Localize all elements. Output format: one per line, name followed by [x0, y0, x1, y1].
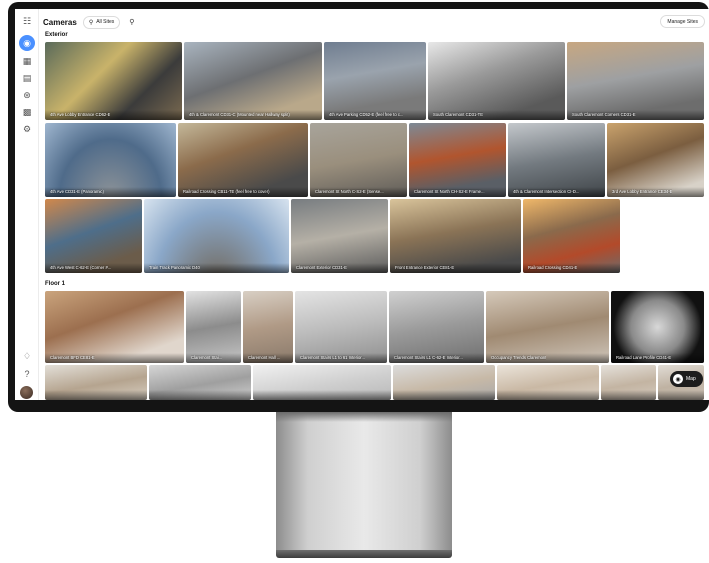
camera-tile[interactable]: Occupancy Trends Claremont [486, 291, 609, 363]
camera-name: Front Entrance Exterior CE81-E [395, 265, 455, 270]
camera-tile[interactable]: Railroad Crossing CD41-E [523, 199, 620, 273]
monitor-stand-foot [276, 550, 452, 558]
camera-tile[interactable]: Claremont St North CH-S2-E Frame... [409, 123, 506, 197]
camera-tile[interactable] [253, 365, 391, 400]
camera-tile[interactable]: 4th Ave CD31-E (Panoramic) [45, 123, 176, 197]
camera-name: 4th & Claremont CD31-C (Mounted near Hal… [189, 112, 290, 117]
camera-grid: 4th Ave Lobby Entrance CD62-E 4th & Clare… [15, 9, 709, 400]
camera-name: Train Track Panoramic D40 [149, 265, 200, 270]
camera-tile[interactable]: Railroad Crossing CB11-TE (feel free to … [178, 123, 308, 197]
camera-name: 4th Ave CD31-E (Panoramic) [50, 189, 104, 194]
camera-name: Occupancy Trends Claremont [491, 355, 547, 360]
camera-tile[interactable]: Claremont Stai... [186, 291, 241, 363]
camera-name: Claremont St North C-S2-E (Sense... [315, 189, 384, 194]
camera-tile[interactable]: 3rd Ave Lobby Entrance CE34-E [607, 123, 704, 197]
map-icon: ◉ [673, 374, 683, 384]
camera-tile[interactable]: South Claremont CD31-TE [428, 42, 565, 120]
camera-tile[interactable]: 4th Ave Parking CD52-E (feel free to c..… [324, 42, 426, 120]
tile-label-shade [601, 390, 656, 400]
tile-label-shade [149, 390, 251, 400]
camera-name: Railroad Crossing CD41-E [528, 265, 578, 270]
map-button[interactable]: ◉ Map [670, 371, 703, 387]
camera-name: 4th Ave West C-62-E (Corner #... [50, 265, 112, 270]
tile-label-shade [497, 390, 599, 400]
camera-name: 3rd Ave Lobby Entrance CE34-E [612, 189, 673, 194]
stand-shadow [276, 412, 452, 422]
camera-tile[interactable]: South Claremont Corners CD31-E [567, 42, 704, 120]
camera-tile[interactable]: Railroad Lane Profile CD41-E [611, 291, 704, 363]
camera-tile[interactable] [601, 365, 656, 400]
camera-tile[interactable] [149, 365, 251, 400]
camera-tile[interactable] [497, 365, 599, 400]
camera-name: Railroad Lane Profile CD41-E [616, 355, 672, 360]
tile-label-shade [253, 390, 391, 400]
camera-tile[interactable]: 4th Ave Lobby Entrance CD62-E [45, 42, 182, 120]
camera-tile[interactable]: 4th & Claremont Intersection CI-D... [508, 123, 605, 197]
camera-name: South Claremont Corners CD31-E [572, 112, 636, 117]
camera-name: Claremont St North CH-S2-E Frame... [414, 189, 485, 194]
camera-tile[interactable] [393, 365, 495, 400]
camera-name: 4th & Claremont Intersection CI-D... [513, 189, 580, 194]
camera-tile[interactable]: Claremont Stairs L1 C-62-E Interior... [389, 291, 484, 363]
camera-tile[interactable] [45, 365, 147, 400]
camera-name: 4th Ave Parking CD52-E (feel free to c..… [329, 112, 404, 117]
camera-name: Claremont Exterior CD31-E [296, 265, 347, 270]
camera-tile[interactable]: Claremont Exterior CD31-E [291, 199, 388, 273]
camera-tile[interactable]: Claremont St North C-S2-E (Sense... [310, 123, 407, 197]
camera-name: South Claremont CD31-TE [433, 112, 484, 117]
camera-name: Railroad Crossing CB11-TE (feel free to … [183, 189, 270, 194]
app-screen: ☷ ◉ ▦ ▤ ⊛ ▩ ⚙ ♢ ? Cameras ⚲ All Sites ⚲ … [15, 9, 709, 400]
tile-label-shade [45, 390, 147, 400]
tile-label-shade [393, 390, 495, 400]
map-label: Map [686, 376, 696, 382]
camera-tile[interactable]: Claremont Hall ... [243, 291, 293, 363]
camera-tile[interactable]: Front Entrance Exterior CE81-E [390, 199, 521, 273]
camera-name: Claremont Stairs L1 C-62-E Interior... [394, 355, 463, 360]
camera-name: 4th Ave Lobby Entrance CD62-E [50, 112, 111, 117]
camera-name: Claremont Hall ... [248, 355, 281, 360]
tile-label-shade [658, 390, 704, 400]
camera-tile[interactable]: Claremont Stairs L1 to 61 Interior... [295, 291, 387, 363]
camera-tile[interactable]: 4th & Claremont CD31-C (Mounted near Hal… [184, 42, 322, 120]
camera-name: Claremont Stairs L1 to 61 Interior... [300, 355, 365, 360]
camera-name: Claremont Stai... [191, 355, 223, 360]
monitor-stand [276, 412, 452, 552]
camera-name: Claremont BFD CE81-E [50, 355, 95, 360]
camera-tile[interactable]: Claremont BFD CE81-E [45, 291, 184, 363]
camera-tile[interactable]: 4th Ave West C-62-E (Corner #... [45, 199, 142, 273]
camera-tile[interactable]: Train Track Panoramic D40 [144, 199, 289, 273]
